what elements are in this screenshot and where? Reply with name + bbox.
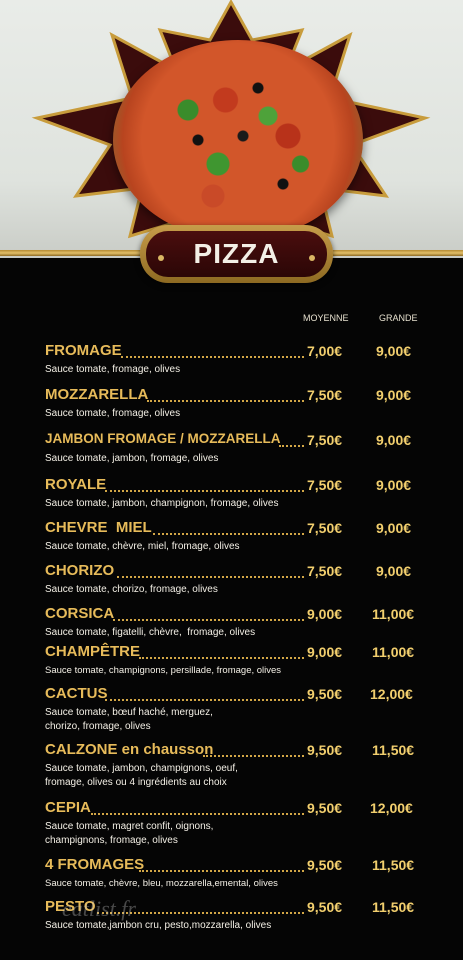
dot-leader bbox=[139, 870, 304, 872]
column-header-medium: MOYENNE bbox=[303, 313, 349, 323]
menu-item-calzone: CALZONE en chausson 9,50€ 11,50€ Sauce t… bbox=[45, 741, 435, 790]
price-large: 9,00€ bbox=[376, 563, 412, 579]
item-name: CHAMPÊTRE bbox=[45, 643, 141, 660]
item-name: 4 FROMAGES bbox=[45, 856, 145, 873]
menu-header bbox=[0, 0, 463, 258]
menu-item-chorizo: CHORIZO 7,50€ 9,00€ Sauce tomate, choriz… bbox=[45, 562, 435, 597]
item-name: CHORIZO bbox=[45, 562, 115, 579]
item-description-line2: champignons, fromage, olives bbox=[45, 835, 178, 846]
dot-leader bbox=[121, 356, 304, 358]
dot-leader bbox=[203, 755, 304, 757]
item-description: Sauce tomate, jambon, fromage, olives bbox=[45, 453, 219, 464]
dot-leader bbox=[91, 813, 304, 815]
price-medium: 9,50€ bbox=[307, 899, 343, 915]
price-large: 12,00€ bbox=[370, 686, 413, 702]
item-name: CACTUS bbox=[45, 685, 108, 702]
dot-leader bbox=[117, 576, 304, 578]
item-name: CORSICA bbox=[45, 605, 115, 622]
price-medium: 9,50€ bbox=[307, 800, 343, 816]
price-medium: 9,00€ bbox=[307, 644, 343, 660]
price-medium: 7,50€ bbox=[307, 563, 343, 579]
menu-item-4-fromages: 4 FROMAGES 9,50€ 11,50€ Sauce tomate, ch… bbox=[45, 856, 435, 891]
item-description: Sauce tomate, jambon, champignons, oeuf, bbox=[45, 763, 238, 774]
pizza-image bbox=[113, 40, 363, 240]
item-description-line2: fromage, olives ou 4 ingrédients au choi… bbox=[45, 777, 227, 788]
price-large: 11,00€ bbox=[372, 606, 415, 622]
price-large: 9,00€ bbox=[376, 520, 412, 536]
item-name: CALZONE en chausson bbox=[45, 741, 214, 758]
item-name: JAMBON FROMAGE / MOZZARELLA bbox=[45, 431, 281, 446]
item-description: Sauce tomate, magret confit, oignons, bbox=[45, 821, 214, 832]
item-name: CEPIA bbox=[45, 799, 91, 816]
price-large: 11,50€ bbox=[372, 742, 415, 758]
price-medium: 9,50€ bbox=[307, 857, 343, 873]
item-description: Sauce tomate, champignons, persillade, f… bbox=[45, 665, 282, 676]
dot-leader bbox=[279, 445, 304, 447]
page-title: PIZZA bbox=[193, 238, 280, 269]
item-name: MOZZARELLA bbox=[45, 386, 149, 403]
price-medium: 9,00€ bbox=[307, 606, 343, 622]
item-name: ROYALE bbox=[45, 476, 107, 493]
menu-item-champetre: CHAMPÊTRE 9,00€ 11,00€ Sauce tomate, cha… bbox=[45, 643, 435, 678]
dot-leader bbox=[139, 657, 304, 659]
dot-leader bbox=[147, 400, 304, 402]
price-large: 9,00€ bbox=[376, 477, 412, 493]
price-large: 9,00€ bbox=[376, 387, 412, 403]
price-large: 11,50€ bbox=[372, 857, 415, 873]
price-large: 11,00€ bbox=[372, 644, 415, 660]
menu-item-cepia: CEPIA 9,50€ 12,00€ Sauce tomate, magret … bbox=[45, 799, 435, 848]
item-description: Sauce tomate, chèvre, bleu, mozzarella,e… bbox=[45, 878, 278, 889]
price-large: 9,00€ bbox=[376, 343, 412, 359]
item-description: Sauce tomate, figatelli, chèvre, fromage… bbox=[45, 627, 256, 638]
price-medium: 7,50€ bbox=[307, 477, 343, 493]
item-name: FROMAGE bbox=[45, 342, 122, 359]
column-header-large: GRANDE bbox=[379, 313, 418, 323]
menu-item-jambon-fromage: JAMBON FROMAGE / MOZZARELLA 7,50€ 9,00€ … bbox=[45, 431, 435, 466]
price-large: 9,00€ bbox=[376, 432, 412, 448]
item-description: Sauce tomate, chorizo, fromage, olives bbox=[45, 584, 218, 595]
item-description: Sauce tomate, bœuf haché, merguez, bbox=[45, 707, 213, 718]
dot-leader bbox=[113, 619, 304, 621]
item-description: Sauce tomate, fromage, olives bbox=[45, 364, 181, 375]
menu-item-royale: ROYALE 7,50€ 9,00€ Sauce tomate, jambon,… bbox=[45, 476, 435, 511]
price-medium: 7,50€ bbox=[307, 520, 343, 536]
menu-item-corsica: CORSICA 9,00€ 11,00€ Sauce tomate, figat… bbox=[45, 605, 435, 640]
price-medium: 7,00€ bbox=[307, 343, 343, 359]
price-medium: 9,50€ bbox=[307, 742, 343, 758]
price-large: 11,50€ bbox=[372, 899, 415, 915]
menu-item-fromage: FROMAGE 7,00€ 9,00€ Sauce tomate, fromag… bbox=[45, 342, 435, 377]
price-medium: 9,50€ bbox=[307, 686, 343, 702]
dot-leader bbox=[105, 490, 304, 492]
menu-item-mozzarella: MOZZARELLA 7,50€ 9,00€ Sauce tomate, fro… bbox=[45, 386, 435, 421]
watermark: eatlist.fr bbox=[62, 896, 136, 921]
menu-item-cactus: CACTUS 9,50€ 12,00€ Sauce tomate, bœuf h… bbox=[45, 685, 435, 734]
menu-item-chevre-miel: CHEVRE MIEL 7,50€ 9,00€ Sauce tomate, ch… bbox=[45, 519, 435, 554]
price-large: 12,00€ bbox=[370, 800, 413, 816]
item-description: Sauce tomate, jambon, champignon, fromag… bbox=[45, 498, 279, 509]
item-description: Sauce tomate, chèvre, miel, fromage, oli… bbox=[45, 541, 240, 552]
dot-leader bbox=[153, 533, 304, 535]
price-medium: 7,50€ bbox=[307, 387, 343, 403]
title-plate: PIZZA bbox=[140, 225, 333, 283]
item-description: Sauce tomate, fromage, olives bbox=[45, 408, 181, 419]
item-name: CHEVRE MIEL bbox=[45, 519, 152, 536]
item-description-line2: chorizo, fromage, olives bbox=[45, 721, 151, 732]
price-medium: 7,50€ bbox=[307, 432, 343, 448]
dot-leader bbox=[105, 699, 304, 701]
